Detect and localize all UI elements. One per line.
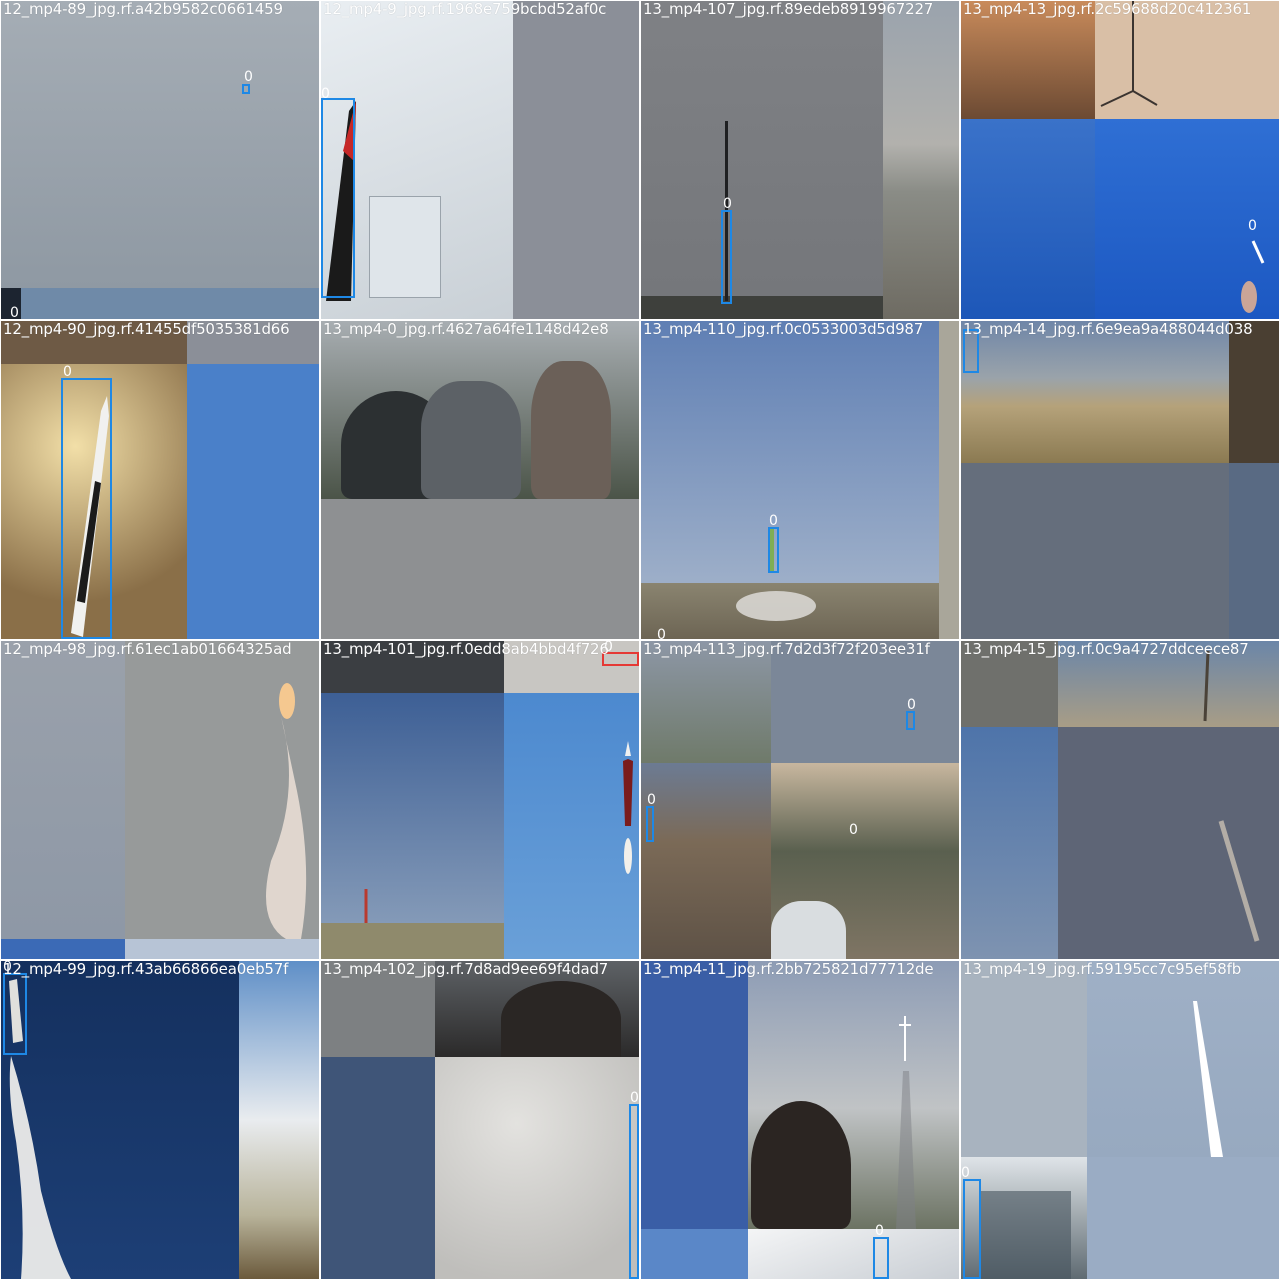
image-region bbox=[961, 321, 1229, 463]
rocket-photo bbox=[9, 979, 72, 1279]
image-region bbox=[501, 981, 621, 1057]
mosaic-tile: 13_mp4-0_jpg.rf.4627a64fe1148d42e8 bbox=[321, 321, 639, 639]
tile-filename-label: 12_mp4-98_jpg.rf.61ec1ab01664325ad bbox=[3, 641, 292, 658]
tile-filename-label: 12_mp4-89_jpg.rf.a42b9582c0661459 bbox=[3, 1, 283, 18]
detection-class-label: 0 bbox=[647, 792, 656, 808]
mosaic-tile: 0 13_mp4-107_jpg.rf.89edeb8919967227 bbox=[641, 1, 959, 319]
image-region bbox=[641, 763, 771, 959]
detection-box bbox=[646, 806, 654, 842]
rocket-photo bbox=[1100, 1, 1265, 313]
detection-box bbox=[321, 98, 355, 298]
mosaic-tile: 0 13_mp4-19_jpg.rf.59195cc7c95ef58fb bbox=[961, 961, 1279, 1279]
tile-filename-label: 13_mp4-101_jpg.rf.0edd8ab4bbd4f726 bbox=[323, 641, 609, 658]
detection-box bbox=[963, 1179, 981, 1279]
detection-box bbox=[629, 1104, 639, 1279]
detection-box bbox=[721, 210, 732, 304]
tile-filename-label: 13_mp4-15_jpg.rf.0c9a4727ddceece87 bbox=[963, 641, 1249, 658]
tile-filename-label: 12_mp4-99_jpg.rf.43ab66866ea0eb57f bbox=[3, 961, 289, 978]
mosaic-tile: 0 0 0 0 13_mp4-113_jpg.rf.7d2d3f72f203ee… bbox=[641, 641, 959, 959]
mosaic-tile: 12_mp4-98_jpg.rf.61ec1ab01664325ad bbox=[1, 641, 319, 959]
image-region bbox=[961, 463, 1229, 639]
image-region bbox=[771, 901, 846, 959]
detection-box bbox=[3, 973, 27, 1055]
image-region bbox=[771, 641, 959, 763]
detection-class-label: 0 bbox=[244, 69, 253, 85]
detection-box bbox=[61, 378, 112, 639]
detection-class-label: 0 bbox=[657, 627, 666, 639]
tile-filename-label: 13_mp4-113_jpg.rf.7d2d3f72f203ee31f bbox=[643, 641, 930, 658]
detection-class-label: 0 bbox=[630, 1090, 639, 1106]
image-region bbox=[641, 641, 771, 763]
rocket-photo bbox=[364, 741, 633, 923]
tile-filename-label: 13_mp4-19_jpg.rf.59195cc7c95ef58fb bbox=[963, 961, 1242, 978]
rocket-photo bbox=[736, 529, 816, 621]
detection-box bbox=[242, 84, 250, 94]
detection-box bbox=[873, 1237, 889, 1279]
tile-filename-label: 13_mp4-107_jpg.rf.89edeb8919967227 bbox=[643, 1, 934, 18]
tile-filename-label: 12_mp4-90_jpg.rf.41455df5035381d66 bbox=[3, 321, 290, 338]
tile-filename-label: 13_mp4-102_jpg.rf.7d8ad9ee69f4dad7 bbox=[323, 961, 609, 978]
mosaic-tile: 0 0 12_mp4-89_jpg.rf.a42b9582c0661459 bbox=[1, 1, 319, 319]
mosaic-tile: 0 13_mp4-11_jpg.rf.2bb725821d77712de bbox=[641, 961, 959, 1279]
image-region bbox=[421, 381, 521, 499]
detection-box bbox=[768, 527, 779, 573]
rocket-photo bbox=[896, 1016, 916, 1229]
detection-class-label: 0 bbox=[769, 513, 778, 529]
image-region bbox=[531, 361, 611, 499]
detection-box bbox=[906, 711, 915, 730]
tile-filename-label: 13_mp4-0_jpg.rf.4627a64fe1148d42e8 bbox=[323, 321, 609, 338]
image-region bbox=[321, 1057, 435, 1279]
rocket-photo bbox=[266, 683, 307, 939]
tile-filename-label: 12_mp4-9_jpg.rf.1968e759bcbd52af0c bbox=[323, 1, 607, 18]
mosaic-tile: 0 13_mp4-101_jpg.rf.0edd8ab4bbd4f726 bbox=[321, 641, 639, 959]
mosaic-grid: 0 0 12_mp4-89_jpg.rf.a42b9582c0661459 0 … bbox=[0, 0, 1280, 1280]
detection-class-label: 0 bbox=[875, 1223, 884, 1239]
image-region bbox=[1229, 463, 1279, 639]
mosaic-tile: 13_mp4-15_jpg.rf.0c9a4727ddceece87 bbox=[961, 641, 1279, 959]
detection-class-label: 0 bbox=[63, 364, 72, 380]
detection-class-label: 0 bbox=[961, 1165, 970, 1181]
image-region bbox=[321, 499, 639, 639]
rocket-photo bbox=[71, 396, 109, 637]
image-region bbox=[435, 1057, 639, 1279]
mosaic-tile: 13_mp4-14_jpg.rf.6e9ea9a488044d038 bbox=[961, 321, 1279, 639]
image-region bbox=[1229, 321, 1279, 463]
image-region bbox=[513, 1, 639, 319]
rocket-photo bbox=[981, 1001, 1223, 1279]
detection-class-label: 0 bbox=[849, 822, 858, 838]
mosaic-tile: 0 12_mp4-99_jpg.rf.43ab66866ea0eb57f bbox=[1, 961, 319, 1279]
detection-class-label: 0 bbox=[321, 86, 330, 102]
detection-class-label: 0 bbox=[10, 305, 19, 319]
mosaic-tile: 0 12_mp4-90_jpg.rf.41455df5035381d66 bbox=[1, 321, 319, 639]
detection-class-label: 0 bbox=[907, 697, 916, 713]
mosaic-tile: 0 13_mp4-13_jpg.rf.2c59688d20c412361 bbox=[961, 1, 1279, 319]
tile-filename-label: 13_mp4-11_jpg.rf.2bb725821d77712de bbox=[643, 961, 934, 978]
image-region bbox=[641, 296, 883, 319]
detection-class-label: 0 bbox=[723, 196, 732, 212]
mosaic-tile: 0 13_mp4-102_jpg.rf.7d8ad9ee69f4dad7 bbox=[321, 961, 639, 1279]
image-region bbox=[1, 288, 319, 319]
tile-filename-label: 13_mp4-13_jpg.rf.2c59688d20c412361 bbox=[963, 1, 1252, 18]
mosaic-tile: 0 12_mp4-9_jpg.rf.1968e759bcbd52af0c bbox=[321, 1, 639, 319]
detection-class-label: 0 bbox=[1248, 218, 1257, 234]
tile-filename-label: 13_mp4-14_jpg.rf.6e9ea9a488044d038 bbox=[963, 321, 1253, 338]
image-region bbox=[883, 1, 959, 319]
mosaic-tile: 0 0 13_mp4-110_jpg.rf.0c0533003d5d987 bbox=[641, 321, 959, 639]
tile-filename-label: 13_mp4-110_jpg.rf.0c0533003d5d987 bbox=[643, 321, 924, 338]
image-region bbox=[641, 1, 883, 319]
image-region bbox=[1, 1, 319, 288]
rocket-photo bbox=[1203, 650, 1260, 942]
